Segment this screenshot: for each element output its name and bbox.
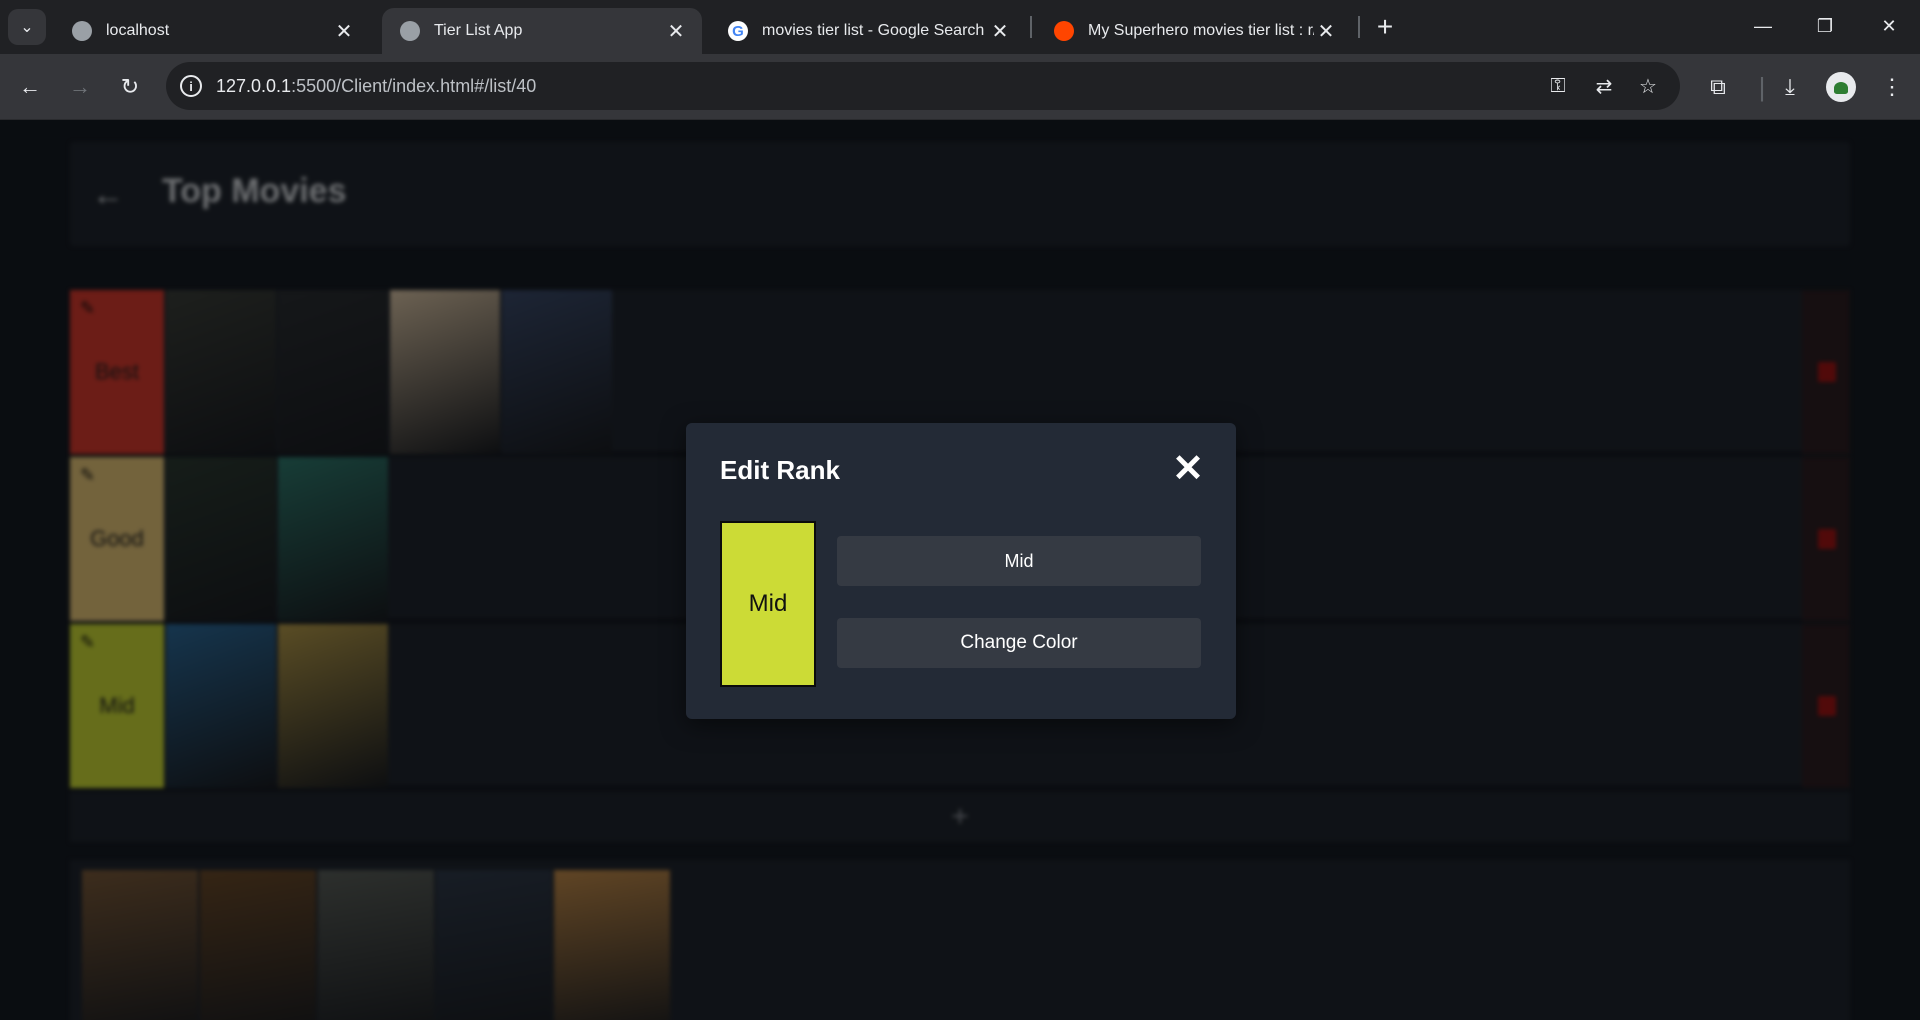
download-icon[interactable]: ⤓: [1774, 71, 1806, 103]
tab-title: My Superhero movies tier list : r/m: [1088, 22, 1314, 39]
tab-close-icon[interactable]: ✕: [988, 19, 1012, 43]
url-host: 127.0.0.1: [216, 76, 292, 96]
address-bar[interactable]: i 127.0.0.1:5500/Client/index.html#/list…: [166, 62, 1680, 110]
tab-separator: [1358, 16, 1360, 38]
tab-title: localhost: [106, 22, 170, 39]
new-tab-plus-icon[interactable]: +: [1370, 11, 1400, 42]
reddit-icon: [1054, 21, 1074, 41]
url-path: :5500/Client/index.html#/list/40: [291, 76, 537, 96]
globe-icon: [72, 21, 92, 41]
globe-icon: [400, 21, 420, 41]
tab-title: movies tier list - Google Search: [762, 22, 985, 39]
tab-close-icon[interactable]: ✕: [1314, 19, 1338, 43]
window-close-icon[interactable]: ✕: [1866, 8, 1912, 44]
extensions-puzzle-icon[interactable]: ⧉: [1702, 71, 1734, 103]
translate-icon[interactable]: ⇄: [1590, 74, 1618, 98]
key-icon[interactable]: ⚿: [1544, 74, 1572, 98]
modal-title: Edit Rank: [720, 455, 840, 485]
browser-toolbar: ← → ↻ i 127.0.0.1:5500/Client/index.html…: [0, 54, 1920, 120]
menu-kebab-icon[interactable]: ⋮: [1876, 71, 1908, 103]
forward-arrow-icon[interactable]: →: [64, 71, 96, 103]
tab-localhost[interactable]: localhost ✕: [54, 8, 370, 54]
tab-close-icon[interactable]: ✕: [332, 19, 356, 43]
google-icon: G: [728, 21, 748, 41]
profile-avatar[interactable]: [1826, 72, 1856, 102]
tab-strip: ⌄ localhost ✕ Tier List App ✕ G movies t…: [0, 0, 1920, 54]
change-color-button[interactable]: Change Color: [837, 618, 1201, 668]
back-arrow-icon[interactable]: ←: [14, 71, 46, 103]
url-text[interactable]: 127.0.0.1:5500/Client/index.html#/list/4…: [216, 76, 536, 97]
rank-color-preview: Mid: [720, 521, 816, 687]
tab-separator: [1030, 16, 1032, 38]
reload-icon[interactable]: ↻: [114, 71, 146, 103]
tab-tier-list-app[interactable]: Tier List App ✕: [382, 8, 702, 54]
tab-title: Tier List App: [434, 22, 523, 39]
tab-google-search[interactable]: G movies tier list - Google Search ✕: [710, 8, 1026, 54]
rank-name-input[interactable]: [837, 536, 1201, 586]
tab-reddit[interactable]: My Superhero movies tier list : r/m ✕: [1036, 8, 1352, 54]
tab-search-chevron-icon[interactable]: ⌄: [8, 9, 46, 45]
tab-close-icon[interactable]: ✕: [664, 19, 688, 43]
minimize-icon[interactable]: —: [1740, 8, 1786, 44]
restore-icon[interactable]: ❐: [1802, 8, 1848, 44]
site-info-icon[interactable]: i: [180, 75, 202, 97]
edit-rank-modal: Edit Rank ✕ Mid Change Color: [686, 423, 1236, 719]
close-icon[interactable]: ✕: [1170, 450, 1206, 488]
bookmark-star-icon[interactable]: ☆: [1634, 74, 1662, 98]
